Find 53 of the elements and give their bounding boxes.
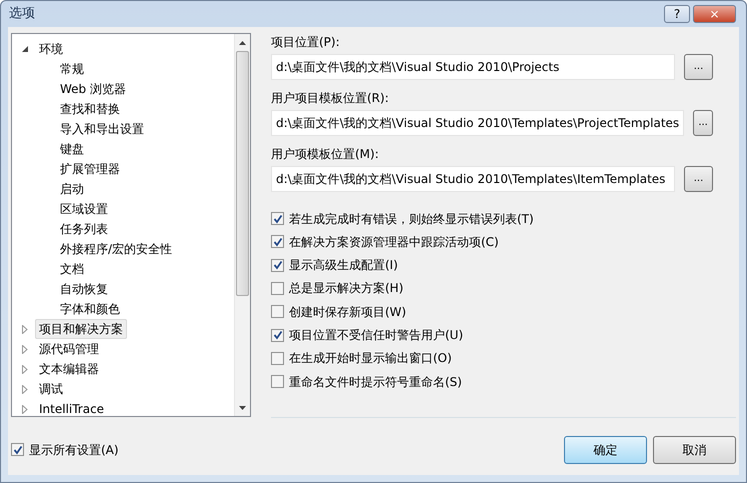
checkbox-label: 总是显示解决方案(H) — [289, 280, 404, 298]
checkbox[interactable] — [271, 282, 284, 295]
checkbox-label: 在解决方案资源管理器中跟踪活动项(C) — [289, 234, 499, 251]
checkbox[interactable] — [271, 328, 284, 342]
checkbox[interactable] — [271, 258, 284, 272]
path-field[interactable]: d:\桌面文件\我的文档\Visual Studio 2010\Templates\ProjectTemplates — [271, 110, 684, 136]
cancel-button[interactable]: 取消 — [653, 436, 736, 464]
browse-button[interactable]: ... — [684, 166, 713, 192]
tree-item[interactable]: 字体和颜色 — [56, 298, 124, 319]
tree-item[interactable]: IntelliTrace — [35, 398, 108, 416]
path-field[interactable]: d:\桌面文件\我的文档\Visual Studio 2010\Projects — [271, 54, 675, 80]
tree-item[interactable]: 任务列表 — [56, 218, 112, 239]
scroll-down-icon[interactable] — [239, 406, 246, 410]
ok-button[interactable]: 确定 — [564, 436, 647, 464]
tree-item[interactable]: 查找和替换 — [56, 98, 124, 119]
tree-item[interactable]: 文档 — [56, 258, 88, 279]
scroll-up-icon[interactable] — [239, 40, 246, 45]
checkbox[interactable] — [271, 305, 284, 318]
tree-item[interactable]: 导入和导出设置 — [56, 118, 148, 139]
tree-item[interactable]: 环境 — [35, 38, 67, 59]
tree-item[interactable]: 键盘 — [56, 138, 88, 159]
browse-button[interactable]: ... — [684, 54, 713, 80]
checkbox[interactable] — [271, 375, 284, 388]
field-label: 用户项目模板位置(R): — [271, 90, 390, 107]
checkbox-label: 若生成完成时有错误，则始终显示错误列表(T) — [289, 210, 534, 228]
tree-item[interactable]: 启动 — [56, 178, 88, 199]
checkbox-label: 创建时保存新项目(W) — [289, 304, 406, 321]
field-label: 项目位置(P): — [271, 34, 341, 51]
checkbox-label: 显示高级生成配置(I) — [289, 257, 398, 274]
checkbox[interactable] — [271, 352, 284, 365]
browse-button[interactable]: ... — [693, 110, 713, 136]
tree-item[interactable]: 文本编辑器 — [35, 358, 103, 379]
tree-item[interactable]: Web 浏览器 — [56, 78, 130, 99]
checkbox[interactable] — [271, 212, 284, 226]
field-label: 用户项模板位置(M): — [271, 146, 380, 163]
checkbox-label: 项目位置不受信任时警告用户(U) — [289, 327, 464, 344]
path-field[interactable]: d:\桌面文件\我的文档\Visual Studio 2010\Templates\ItemTemplates — [271, 166, 675, 192]
tree-item[interactable]: 区域设置 — [56, 198, 112, 219]
tree-item[interactable]: 外接程序/宏的安全性 — [56, 238, 176, 259]
tree-item[interactable]: 项目和解决方案 — [35, 318, 127, 339]
checkbox-label: 在生成开始时显示输出窗口(O) — [289, 350, 452, 368]
window-title: 选项 — [8, 5, 36, 24]
help-button[interactable]: ? — [664, 4, 690, 23]
tree-item[interactable]: 源代码管理 — [35, 338, 103, 359]
checkbox-label: 重命名文件时提示符号重命名(S) — [289, 374, 462, 391]
checkbox-label: 显示所有设置(A) — [29, 442, 119, 459]
checkbox[interactable] — [271, 235, 284, 248]
checkbox[interactable] — [11, 443, 24, 456]
tree-item[interactable]: 常规 — [56, 58, 88, 79]
tree-item[interactable]: 调试 — [35, 378, 67, 399]
tree-item[interactable]: 自动恢复 — [56, 278, 112, 299]
tree-item[interactable]: 扩展管理器 — [56, 158, 124, 179]
scrollbar[interactable] — [234, 34, 250, 416]
